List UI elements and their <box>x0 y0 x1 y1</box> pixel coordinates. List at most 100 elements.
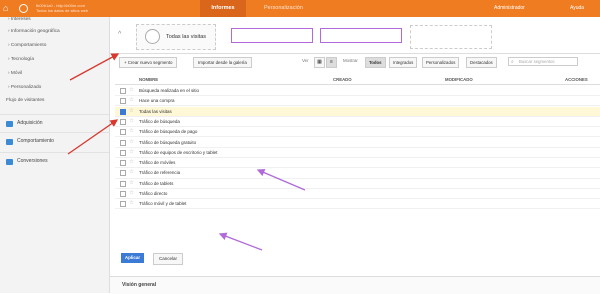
search-icon: ⌕ <box>511 59 514 65</box>
table-row[interactable]: ☆ Tráfico de búsqueda <box>115 117 600 128</box>
table-row[interactable]: ☆ Búsqueda realizada en el sitio <box>115 86 600 97</box>
sidebar-item-personalizado[interactable]: › Personalizado <box>8 85 41 90</box>
top-nav-bar: ⌂ fb00b1a0 - http://b00m.com Todos los d… <box>0 0 600 17</box>
filter-personalizados[interactable]: Personalizados <box>422 57 460 68</box>
table-row[interactable]: ☆ Tráfico de tablets <box>115 179 600 189</box>
col-created[interactable]: CREADO <box>333 77 352 82</box>
segment-card-all-visits[interactable]: Todas las visitas <box>136 24 216 50</box>
help-link[interactable]: Ayuda <box>570 0 584 17</box>
star-icon[interactable]: ☆ <box>129 189 134 197</box>
star-icon[interactable]: ☆ <box>129 168 134 176</box>
segment-slot-3[interactable] <box>320 28 402 43</box>
table-row[interactable]: ☆ Tráfico de equipos de escritorio y tabl… <box>115 148 600 158</box>
segment-name[interactable]: Búsqueda realizada en el sitio <box>139 88 199 93</box>
segment-name[interactable]: Tráfico de equipos de escritorio y table… <box>139 150 217 155</box>
sidebar-item-tecnologia[interactable]: › Tecnología <box>8 57 34 62</box>
behavior-icon <box>6 139 13 145</box>
sidebar-item-label: Adquisición <box>17 120 43 126</box>
star-icon[interactable]: ☆ <box>129 107 134 115</box>
sidebar-item-conversiones[interactable]: Conversiones <box>0 152 109 171</box>
row-checkbox[interactable] <box>120 88 126 94</box>
row-checkbox[interactable] <box>120 201 126 208</box>
row-checkbox[interactable] <box>120 139 126 146</box>
table-row[interactable]: ☆ Tráfico directo <box>115 189 600 200</box>
table-row[interactable]: ☆ Tráfico de búsqueda gratuito <box>115 138 600 148</box>
acquisition-icon <box>6 121 13 127</box>
sidebar-item-flujo-visitantes[interactable]: Flujo de visitantes <box>6 98 44 103</box>
segment-bar: ^ Todas las visitas <box>110 17 600 54</box>
row-checkbox[interactable] <box>120 160 126 167</box>
segment-toolbar: + Crear nuevo segmento Importar desde la… <box>115 55 600 69</box>
star-icon[interactable]: ☆ <box>129 127 134 135</box>
segment-name[interactable]: Todas las visitas <box>139 109 172 114</box>
table-row[interactable]: ☆ Tráfico de búsqueda de pago <box>115 127 600 138</box>
apply-button[interactable]: Aplicar <box>121 253 144 263</box>
segment-name[interactable]: Tráfico de búsqueda <box>139 119 180 124</box>
star-icon[interactable]: ☆ <box>129 86 134 94</box>
segment-name[interactable]: Hace una compra <box>139 98 175 103</box>
search-placeholder: Buscar segmentos <box>519 59 555 64</box>
table-row[interactable]: ☆ Todas las visitas <box>115 106 600 117</box>
segment-picker-panel: + Crear nuevo segmento Importar desde la… <box>115 55 600 270</box>
segment-name[interactable]: Tráfico directo <box>139 191 167 196</box>
segment-name[interactable]: Tráfico móvil y de tablet <box>139 201 186 206</box>
filter-todos[interactable]: Todos <box>365 57 386 68</box>
segment-indicator-icon <box>145 29 160 44</box>
row-checkbox[interactable] <box>120 108 126 115</box>
segment-search-input[interactable]: ⌕ Buscar segmentos <box>508 57 578 66</box>
new-segment-button[interactable]: + Crear nuevo segmento <box>119 57 178 68</box>
tab-informes[interactable]: Informes <box>200 0 246 17</box>
home-icon[interactable]: ⌂ <box>3 3 13 13</box>
star-icon[interactable]: ☆ <box>129 96 134 104</box>
sidebar-item-comportamiento-audiencia[interactable]: › Comportamiento <box>8 43 46 48</box>
sidebar-item-adquisicion[interactable]: Adquisición <box>0 114 109 133</box>
segment-name[interactable]: Tráfico de búsqueda de pago <box>139 129 197 134</box>
import-gallery-button[interactable]: Importar desde la galería <box>193 57 252 68</box>
row-checkbox[interactable] <box>120 98 126 105</box>
account-selector[interactable]: fb00b1a0 - http://b00m.com Todos los dat… <box>36 3 88 13</box>
table-row[interactable]: ☆ Tráfico de móviles <box>115 158 600 169</box>
table-row[interactable]: ☆ Tráfico móvil y de tablet <box>115 199 600 210</box>
table-row[interactable]: ☆ Hace una compra <box>115 96 600 107</box>
segment-slot-4[interactable] <box>410 25 492 49</box>
col-modified[interactable]: MODIFICADO <box>445 77 473 82</box>
show-label: Mostrar <box>343 58 358 63</box>
grid-view-icon[interactable]: ▦ <box>314 57 325 68</box>
sidebar: › Intereses › Información geográfica › C… <box>0 17 110 293</box>
segment-name[interactable]: Tráfico de tablets <box>139 181 173 186</box>
segment-name[interactable]: Tráfico de búsqueda gratuito <box>139 140 196 145</box>
row-checkbox[interactable] <box>120 129 126 136</box>
admin-link[interactable]: Administrador <box>494 0 525 17</box>
table-header: NOMBRE CREADO MODIFICADO ACCIONES <box>115 75 600 85</box>
star-icon[interactable]: ☆ <box>129 199 134 207</box>
sidebar-item-label: Comportamiento <box>17 138 54 144</box>
list-view-icon[interactable]: ≡ <box>326 57 337 68</box>
star-icon[interactable]: ☆ <box>129 148 134 156</box>
sidebar-item-movil[interactable]: › Móvil <box>8 71 22 76</box>
star-icon[interactable]: ☆ <box>129 179 134 187</box>
sidebar-item-comportamiento[interactable]: Comportamiento <box>0 132 109 151</box>
row-checkbox[interactable] <box>120 191 126 197</box>
cancel-button[interactable]: Cancelar <box>153 253 183 265</box>
segment-name[interactable]: Tráfico de móviles <box>139 160 175 165</box>
col-name[interactable]: NOMBRE <box>139 77 158 82</box>
view-name: Todos los datos de sitios web <box>36 8 89 13</box>
table-row[interactable]: ☆ Tráfico de referencia <box>115 168 600 179</box>
star-icon[interactable]: ☆ <box>129 138 134 146</box>
segment-name[interactable]: Tráfico de referencia <box>139 170 180 175</box>
row-checkbox[interactable] <box>120 118 126 125</box>
collapse-chevron-icon[interactable]: ^ <box>118 31 121 38</box>
star-icon[interactable]: ☆ <box>129 158 134 166</box>
row-checkbox[interactable] <box>120 170 126 177</box>
sidebar-item-intereses[interactable]: › Intereses <box>8 17 31 22</box>
row-checkbox[interactable] <box>120 180 126 187</box>
filter-integrados[interactable]: Integrados <box>389 57 418 68</box>
analytics-logo[interactable] <box>19 4 28 13</box>
sidebar-item-geografica[interactable]: › Información geográfica <box>8 29 60 34</box>
star-icon[interactable]: ☆ <box>129 117 134 125</box>
row-checkbox[interactable] <box>120 149 126 156</box>
sidebar-item-label: Conversiones <box>17 158 48 164</box>
segment-slot-2[interactable] <box>231 28 313 43</box>
tab-personalizacion[interactable]: Personalización <box>256 0 311 17</box>
filter-destacados[interactable]: Destacados <box>466 57 497 68</box>
